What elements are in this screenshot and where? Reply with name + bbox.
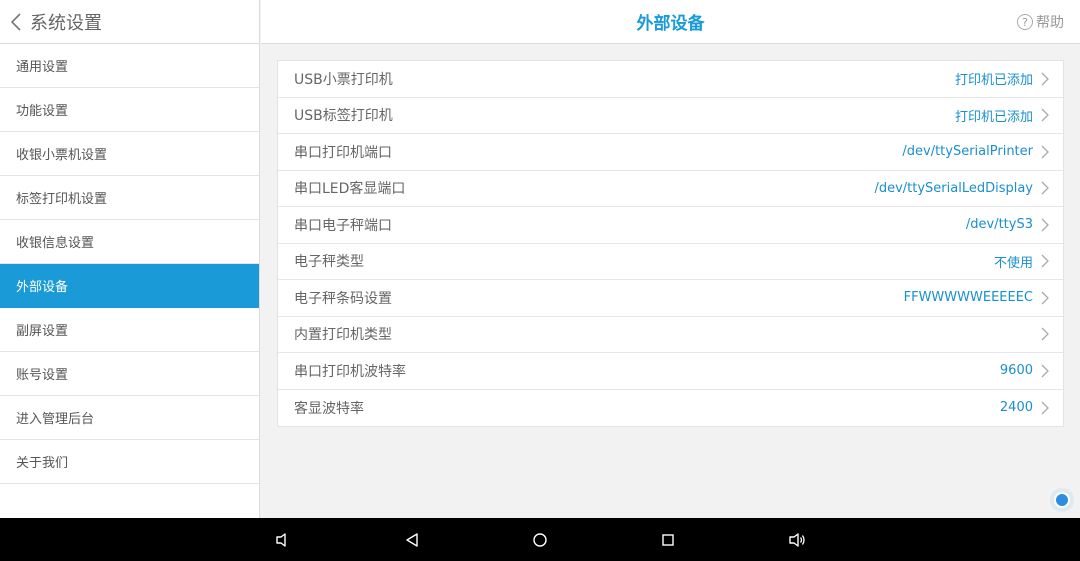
system-nav-bar	[0, 518, 1080, 561]
sidebar-item-secondary-screen[interactable]: 副屏设置	[0, 308, 259, 352]
setting-label: USB小票打印机	[294, 71, 393, 88]
setting-value: 打印机已添加	[954, 109, 1033, 125]
volume-down-icon[interactable]	[272, 529, 294, 551]
setting-row-display-baud[interactable]: 客显波特率 2400	[278, 390, 1063, 427]
main-content: 外部设备 ? 帮助 USB小票打印机 打印机已添加 USB标签打印机 打印机已添…	[261, 0, 1080, 518]
chevron-right-icon	[1041, 72, 1049, 86]
sidebar-item-label: 收银小票机设置	[16, 148, 108, 163]
setting-value-group: /dev/ttyS3	[966, 217, 1049, 232]
sidebar-item-cashier-info[interactable]: 收银信息设置	[0, 220, 259, 264]
assist-dot-icon	[1054, 492, 1070, 508]
setting-value-group: 不使用	[994, 252, 1049, 271]
setting-row-builtin-printer-type[interactable]: 内置打印机类型	[278, 317, 1063, 353]
setting-label: 电子秤类型	[294, 254, 364, 271]
setting-row-scale-type[interactable]: 电子秤类型 不使用	[278, 244, 1063, 280]
sidebar-item-label: 账号设置	[16, 368, 69, 383]
setting-value: 2400	[999, 400, 1033, 416]
chevron-right-icon	[1041, 254, 1049, 268]
setting-value: /dev/ttySerialPrinter	[902, 144, 1033, 160]
sidebar-item-label: 收银信息设置	[16, 236, 95, 251]
sidebar-item-label: 标签打印机设置	[16, 192, 108, 207]
sidebar-item-label: 外部设备	[16, 280, 69, 295]
setting-value-group: /dev/ttySerialPrinter	[902, 144, 1049, 159]
setting-label: 客显波特率	[294, 400, 364, 417]
setting-value: 打印机已添加	[954, 73, 1033, 89]
sidebar-item-label: 通用设置	[16, 60, 69, 75]
sidebar-item-admin-backend[interactable]: 进入管理后台	[0, 396, 259, 440]
setting-value: 9600	[999, 363, 1033, 379]
sidebar-title: 系统设置	[30, 12, 102, 34]
back-triangle-icon[interactable]	[401, 529, 423, 551]
chevron-right-icon	[1041, 401, 1049, 415]
setting-row-serial-led-port[interactable]: 串口LED客显端口 /dev/ttySerialLedDisplay	[278, 171, 1063, 207]
setting-value-group: /dev/ttySerialLedDisplay	[874, 181, 1049, 196]
sidebar-item-account[interactable]: 账号设置	[0, 352, 259, 396]
setting-row-serial-printer-port[interactable]: 串口打印机端口 /dev/ttySerialPrinter	[278, 134, 1063, 171]
chevron-right-icon	[1041, 291, 1049, 305]
setting-row-usb-receipt-printer[interactable]: USB小票打印机 打印机已添加	[278, 61, 1063, 98]
page-title: 外部设备	[636, 14, 705, 34]
setting-value-group	[1033, 327, 1049, 341]
setting-value-group: 打印机已添加	[955, 106, 1049, 125]
setting-label: 串口打印机端口	[294, 144, 392, 161]
sidebar-item-label: 关于我们	[16, 456, 69, 471]
recents-square-icon[interactable]	[657, 529, 679, 551]
sidebar-item-label: 进入管理后台	[16, 412, 95, 427]
chevron-right-icon	[1041, 181, 1049, 195]
chevron-right-icon	[1041, 218, 1049, 232]
setting-label: 串口LED客显端口	[294, 181, 406, 198]
sidebar: 系统设置 通用设置 功能设置 收银小票机设置 标签打印机设置 收银信息设置 外部…	[0, 0, 260, 518]
sidebar-item-external-devices[interactable]: 外部设备	[0, 264, 259, 308]
settings-list: USB小票打印机 打印机已添加 USB标签打印机 打印机已添加 串口打印机端口 …	[277, 60, 1064, 427]
floating-assist-button[interactable]	[1050, 488, 1074, 512]
help-icon: ?	[1017, 14, 1033, 30]
help-button[interactable]: ? 帮助	[1017, 0, 1064, 44]
setting-value-group: 2400	[1000, 400, 1049, 415]
setting-label: 串口电子秤端口	[294, 217, 392, 234]
setting-value-group: 9600	[1000, 363, 1049, 378]
setting-row-usb-label-printer[interactable]: USB标签打印机 打印机已添加	[278, 98, 1063, 134]
main-header: 外部设备 ? 帮助	[261, 0, 1080, 44]
sidebar-item-function[interactable]: 功能设置	[0, 88, 259, 132]
setting-value-group: 打印机已添加	[955, 69, 1049, 88]
sidebar-item-about[interactable]: 关于我们	[0, 440, 259, 484]
sidebar-item-label: 功能设置	[16, 104, 69, 119]
setting-value: FFWWWWWEEEEEC	[903, 290, 1033, 306]
setting-value: 不使用	[993, 255, 1033, 271]
home-circle-icon[interactable]	[529, 529, 551, 551]
setting-label: USB标签打印机	[294, 108, 393, 125]
sidebar-item-receipt-printer[interactable]: 收银小票机设置	[0, 132, 259, 176]
chevron-right-icon	[1041, 145, 1049, 159]
sidebar-header: 系统设置	[0, 0, 259, 44]
sidebar-item-general[interactable]: 通用设置	[0, 44, 259, 88]
chevron-right-icon	[1041, 327, 1049, 341]
help-label: 帮助	[1036, 15, 1064, 31]
chevron-right-icon	[1041, 364, 1049, 378]
setting-row-serial-printer-baud[interactable]: 串口打印机波特率 9600	[278, 353, 1063, 390]
setting-row-scale-barcode[interactable]: 电子秤条码设置 FFWWWWWEEEEEC	[278, 280, 1063, 317]
setting-label: 串口打印机波特率	[294, 363, 406, 380]
setting-row-serial-scale-port[interactable]: 串口电子秤端口 /dev/ttyS3	[278, 207, 1063, 244]
chevron-left-icon[interactable]	[10, 12, 28, 32]
setting-value: /dev/ttyS3	[965, 217, 1033, 233]
setting-value-group: FFWWWWWEEEEEC	[904, 290, 1049, 305]
setting-value: /dev/ttySerialLedDisplay	[874, 180, 1033, 196]
sidebar-nav: 通用设置 功能设置 收银小票机设置 标签打印机设置 收银信息设置 外部设备 副屏…	[0, 44, 259, 484]
volume-up-icon[interactable]	[786, 529, 808, 551]
chevron-right-icon	[1041, 108, 1049, 122]
sidebar-item-label-printer[interactable]: 标签打印机设置	[0, 176, 259, 220]
setting-label: 内置打印机类型	[294, 327, 392, 344]
sidebar-item-label: 副屏设置	[16, 324, 69, 339]
setting-label: 电子秤条码设置	[294, 290, 392, 307]
